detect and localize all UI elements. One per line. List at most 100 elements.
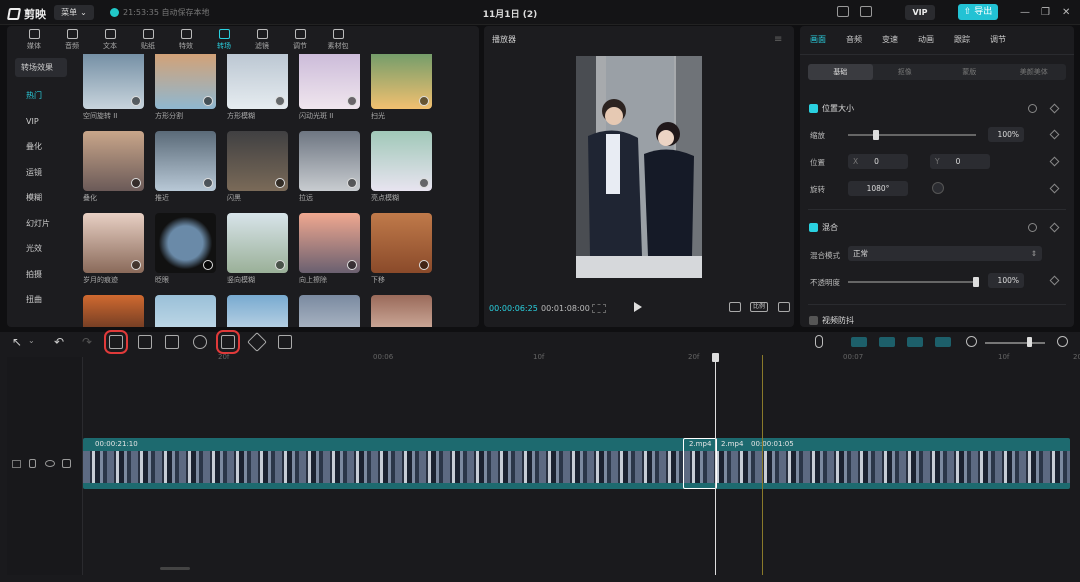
horizontal-scrollbar[interactable]: [160, 567, 190, 570]
transition-thumbnail[interactable]: [155, 131, 216, 191]
fullscreen-fit-icon[interactable]: [729, 302, 741, 312]
eye-icon[interactable]: [45, 460, 55, 467]
link-icon[interactable]: [851, 337, 867, 347]
position-size-section[interactable]: 位置大小: [809, 103, 854, 114]
reverse-icon[interactable]: [193, 335, 207, 349]
sidebar-item-1[interactable]: VIP: [7, 109, 75, 135]
delete-icon[interactable]: [138, 335, 152, 349]
transition-thumbnail[interactable]: [227, 295, 288, 327]
download-icon[interactable]: [275, 178, 285, 188]
inspector-tab-0[interactable]: 画面: [810, 26, 846, 54]
inspector-tab-4[interactable]: 跟踪: [954, 26, 990, 54]
download-icon[interactable]: [275, 260, 285, 270]
transition-thumbnail[interactable]: [83, 213, 144, 273]
select-tool-icon[interactable]: ↖: [12, 335, 22, 349]
sidebar-item-4[interactable]: 模糊: [7, 185, 75, 211]
keyframe-icon[interactable]: [1049, 129, 1060, 140]
magnet-icon[interactable]: [879, 337, 895, 347]
download-icon[interactable]: [203, 96, 213, 106]
scale-value[interactable]: 100%: [988, 127, 1024, 142]
minimize-icon[interactable]: —: [1020, 7, 1030, 18]
rotate-icon[interactable]: [247, 332, 267, 352]
tab-6[interactable]: 滤镜: [243, 26, 281, 54]
transition-thumbnail[interactable]: [155, 295, 216, 327]
download-icon[interactable]: [131, 260, 141, 270]
menu-icon[interactable]: ≡: [774, 34, 782, 45]
transition-thumbnail[interactable]: [299, 295, 360, 327]
opacity-slider[interactable]: [848, 281, 976, 283]
download-icon[interactable]: [347, 96, 357, 106]
list-icon[interactable]: [592, 304, 606, 313]
opacity-value[interactable]: 100%: [988, 273, 1024, 288]
scale-slider[interactable]: [848, 134, 976, 136]
tab-3[interactable]: 贴纸: [129, 26, 167, 54]
crop-icon[interactable]: [278, 335, 292, 349]
maximize-icon[interactable]: ❐: [1041, 7, 1050, 18]
split-icon[interactable]: [104, 330, 128, 354]
vip-button[interactable]: VIP: [905, 5, 935, 20]
tab-5[interactable]: 转场: [205, 26, 243, 54]
selected-segment[interactable]: [683, 438, 717, 489]
inspector-tab-5[interactable]: 调节: [990, 26, 1026, 54]
cover-icon[interactable]: [12, 460, 21, 468]
download-icon[interactable]: [203, 260, 213, 270]
blend-section[interactable]: 混合: [809, 222, 838, 233]
export-button[interactable]: ⇧ 导出: [958, 4, 998, 20]
snap-icon[interactable]: [907, 337, 923, 347]
opacity-slider-knob[interactable]: [973, 277, 979, 287]
time-ruler[interactable]: 20f 00:06 10f 20f 00:07 10f 20f: [83, 353, 1080, 363]
rotation-field[interactable]: 1080°: [848, 181, 908, 196]
lock-icon[interactable]: [29, 459, 36, 468]
playhead[interactable]: [715, 355, 716, 575]
redo-icon[interactable]: ↷: [82, 335, 92, 349]
stabilize-section[interactable]: 视频防抖: [809, 315, 854, 326]
position-y-field[interactable]: Y0: [930, 154, 990, 169]
keyframe-icon[interactable]: [1049, 275, 1060, 286]
freeze-icon[interactable]: [165, 335, 179, 349]
mirror-icon[interactable]: [216, 330, 240, 354]
transition-thumbnail[interactable]: [371, 295, 432, 327]
tab-7[interactable]: 调节: [281, 26, 319, 54]
microphone-icon[interactable]: [815, 335, 823, 348]
download-icon[interactable]: [203, 178, 213, 188]
keyframe-icon[interactable]: [1049, 183, 1060, 194]
position-x-field[interactable]: X0: [848, 154, 908, 169]
inspector-subtab-0[interactable]: 基础: [808, 64, 873, 80]
zoom-slider-knob[interactable]: [1027, 337, 1032, 347]
transition-thumbnail[interactable]: [371, 213, 432, 273]
transition-thumbnail[interactable]: [371, 131, 432, 191]
reset-icon[interactable]: [1028, 104, 1037, 113]
transition-thumbnail[interactable]: [83, 54, 144, 109]
inspector-tab-3[interactable]: 动画: [918, 26, 954, 54]
expand-icon[interactable]: [778, 302, 790, 312]
rotation-dial-icon[interactable]: [932, 182, 944, 194]
layout-icon[interactable]: [860, 6, 872, 17]
close-icon[interactable]: ✕: [1062, 7, 1070, 18]
download-icon[interactable]: [347, 178, 357, 188]
sidebar-header[interactable]: 转场效果: [15, 58, 67, 77]
transition-thumbnail[interactable]: [227, 213, 288, 273]
tab-1[interactable]: 音频: [53, 26, 91, 54]
menu-button[interactable]: 菜单 ⌄: [54, 5, 94, 20]
reset-icon[interactable]: [1028, 223, 1037, 232]
checkbox-icon[interactable]: [809, 223, 818, 232]
sidebar-item-3[interactable]: 运镜: [7, 160, 75, 186]
download-icon[interactable]: [131, 178, 141, 188]
download-icon[interactable]: [419, 178, 429, 188]
inspector-tab-2[interactable]: 变速: [882, 26, 918, 54]
sidebar-item-7[interactable]: 拍摄: [7, 262, 75, 288]
keyframe-icon[interactable]: [1049, 222, 1060, 233]
tab-2[interactable]: 文本: [91, 26, 129, 54]
sidebar-item-2[interactable]: 叠化: [7, 134, 75, 160]
playhead-handle[interactable]: [712, 353, 719, 362]
ratio-button[interactable]: 比例: [750, 302, 768, 312]
transition-thumbnail[interactable]: [371, 54, 432, 109]
checkbox-icon[interactable]: [809, 316, 818, 325]
inspector-subtab-2[interactable]: 蒙版: [937, 64, 1002, 80]
tab-4[interactable]: 特效: [167, 26, 205, 54]
sidebar-item-8[interactable]: 扭曲: [7, 287, 75, 313]
transition-thumbnail[interactable]: [227, 54, 288, 109]
inspector-subtab-1[interactable]: 抠像: [873, 64, 938, 80]
keyframe-icon[interactable]: [1049, 156, 1060, 167]
transition-thumbnail[interactable]: [83, 295, 144, 327]
